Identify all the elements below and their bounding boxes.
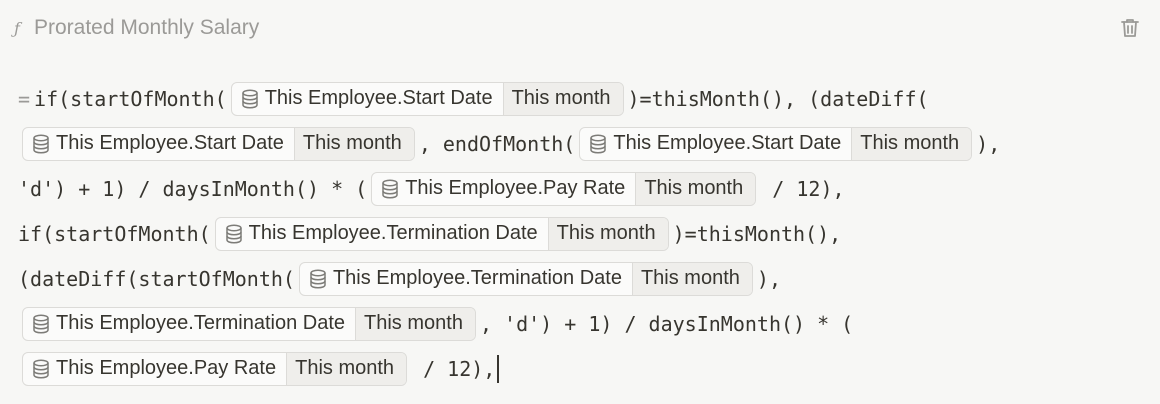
date-modifier[interactable]: This month <box>635 172 756 205</box>
property-token-label: This Employee.Termination Date <box>56 312 346 334</box>
trash-icon[interactable] <box>1118 16 1142 40</box>
date-modifier[interactable]: This month <box>502 82 623 115</box>
date-modifier[interactable]: This month <box>631 262 752 295</box>
property-token-label: This Employee.Pay Rate <box>405 177 626 199</box>
database-icon <box>31 358 51 380</box>
property-title: Prorated Monthly Salary <box>34 16 260 39</box>
property-token-name: This Employee.Termination Date <box>216 218 548 250</box>
formula-code: / 12), <box>760 176 845 201</box>
property-token[interactable]: This Employee.Termination Date This month <box>214 216 669 251</box>
formula-editor-panel: ƒ Prorated Monthly Salary = if(startOfMon… <box>0 0 1160 404</box>
formula-line: 'd') + 1) / daysInMonth() * (This Employ… <box>18 166 1128 211</box>
property-token-name: This Employee.Pay Rate <box>372 173 635 205</box>
formula-code: )=thisMonth(), (dateDiff( <box>627 86 929 111</box>
database-icon <box>31 313 51 335</box>
property-token-label: This Employee.Termination Date <box>248 222 538 244</box>
date-modifier[interactable]: This month <box>547 217 668 250</box>
property-token-label: This Employee.Start Date <box>56 132 284 154</box>
formula-code: if(startOfMonth( <box>34 86 227 111</box>
property-token-name: This Employee.Pay Rate <box>23 353 286 385</box>
formula-line: This Employee.Pay Rate This month / 12), <box>18 346 1128 391</box>
property-token[interactable]: This Employee.Start Date This month <box>579 126 973 161</box>
formula-code: / 12), <box>411 356 496 381</box>
property-token-name: This Employee.Start Date <box>23 128 294 160</box>
property-token[interactable]: This Employee.Termination Date This month <box>22 306 476 341</box>
formula-line: (dateDiff(startOfMonth(This Employee.Ter… <box>18 256 1128 301</box>
property-token-label: This Employee.Termination Date <box>332 267 622 289</box>
property-token[interactable]: This Employee.Start Date This month <box>230 81 624 116</box>
database-icon <box>240 88 260 110</box>
property-token-label: This Employee.Start Date <box>613 132 842 154</box>
function-icon: ƒ <box>14 18 20 38</box>
database-icon <box>380 178 400 200</box>
formula-line: = if(startOfMonth(This Employee.Start Dat… <box>18 76 1128 121</box>
property-token[interactable]: This Employee.Start Date This month <box>22 126 415 161</box>
formula-code: , 'd') + 1) / daysInMonth() * ( <box>479 311 854 336</box>
property-token[interactable]: This Employee.Pay Rate This month <box>22 351 408 386</box>
database-icon <box>308 268 328 290</box>
formula-code: )=thisMonth(), <box>672 221 842 246</box>
formula-code: if(startOfMonth( <box>18 221 211 246</box>
date-modifier[interactable]: This month <box>286 352 407 385</box>
formula-line: This Employee.Start Date This month, endO… <box>18 121 1128 166</box>
property-token-label: This Employee.Start Date <box>264 87 493 109</box>
equals-sign: = <box>18 86 31 111</box>
formula-code: , endOfMonth( <box>418 131 576 156</box>
date-modifier[interactable]: This month <box>293 127 414 160</box>
property-token-name: This Employee.Start Date <box>232 83 503 115</box>
formula-code: 'd') + 1) / daysInMonth() * ( <box>18 176 368 201</box>
date-modifier[interactable]: This month <box>851 127 972 160</box>
property-token[interactable]: This Employee.Termination Date This month <box>298 261 753 296</box>
database-icon <box>31 133 51 155</box>
formula-line: This Employee.Termination Date This month… <box>18 301 1128 346</box>
database-icon <box>588 133 608 155</box>
formula-code: (dateDiff(startOfMonth( <box>18 266 295 291</box>
formula-code: ), <box>756 266 781 291</box>
property-token-label: This Employee.Pay Rate <box>56 357 277 379</box>
property-token-name: This Employee.Termination Date <box>300 263 632 295</box>
formula-input[interactable]: = if(startOfMonth(This Employee.Start Dat… <box>18 76 1128 391</box>
formula-line: if(startOfMonth(This Employee.Terminatio… <box>18 211 1128 256</box>
property-token-name: This Employee.Start Date <box>580 128 851 160</box>
formula-header: ƒ Prorated Monthly Salary <box>10 14 259 42</box>
property-token[interactable]: This Employee.Pay Rate This month <box>371 171 757 206</box>
database-icon <box>224 223 244 245</box>
formula-code: ), <box>976 131 1001 156</box>
property-token-name: This Employee.Termination Date <box>23 308 355 340</box>
date-modifier[interactable]: This month <box>355 307 475 340</box>
text-cursor <box>497 354 500 383</box>
